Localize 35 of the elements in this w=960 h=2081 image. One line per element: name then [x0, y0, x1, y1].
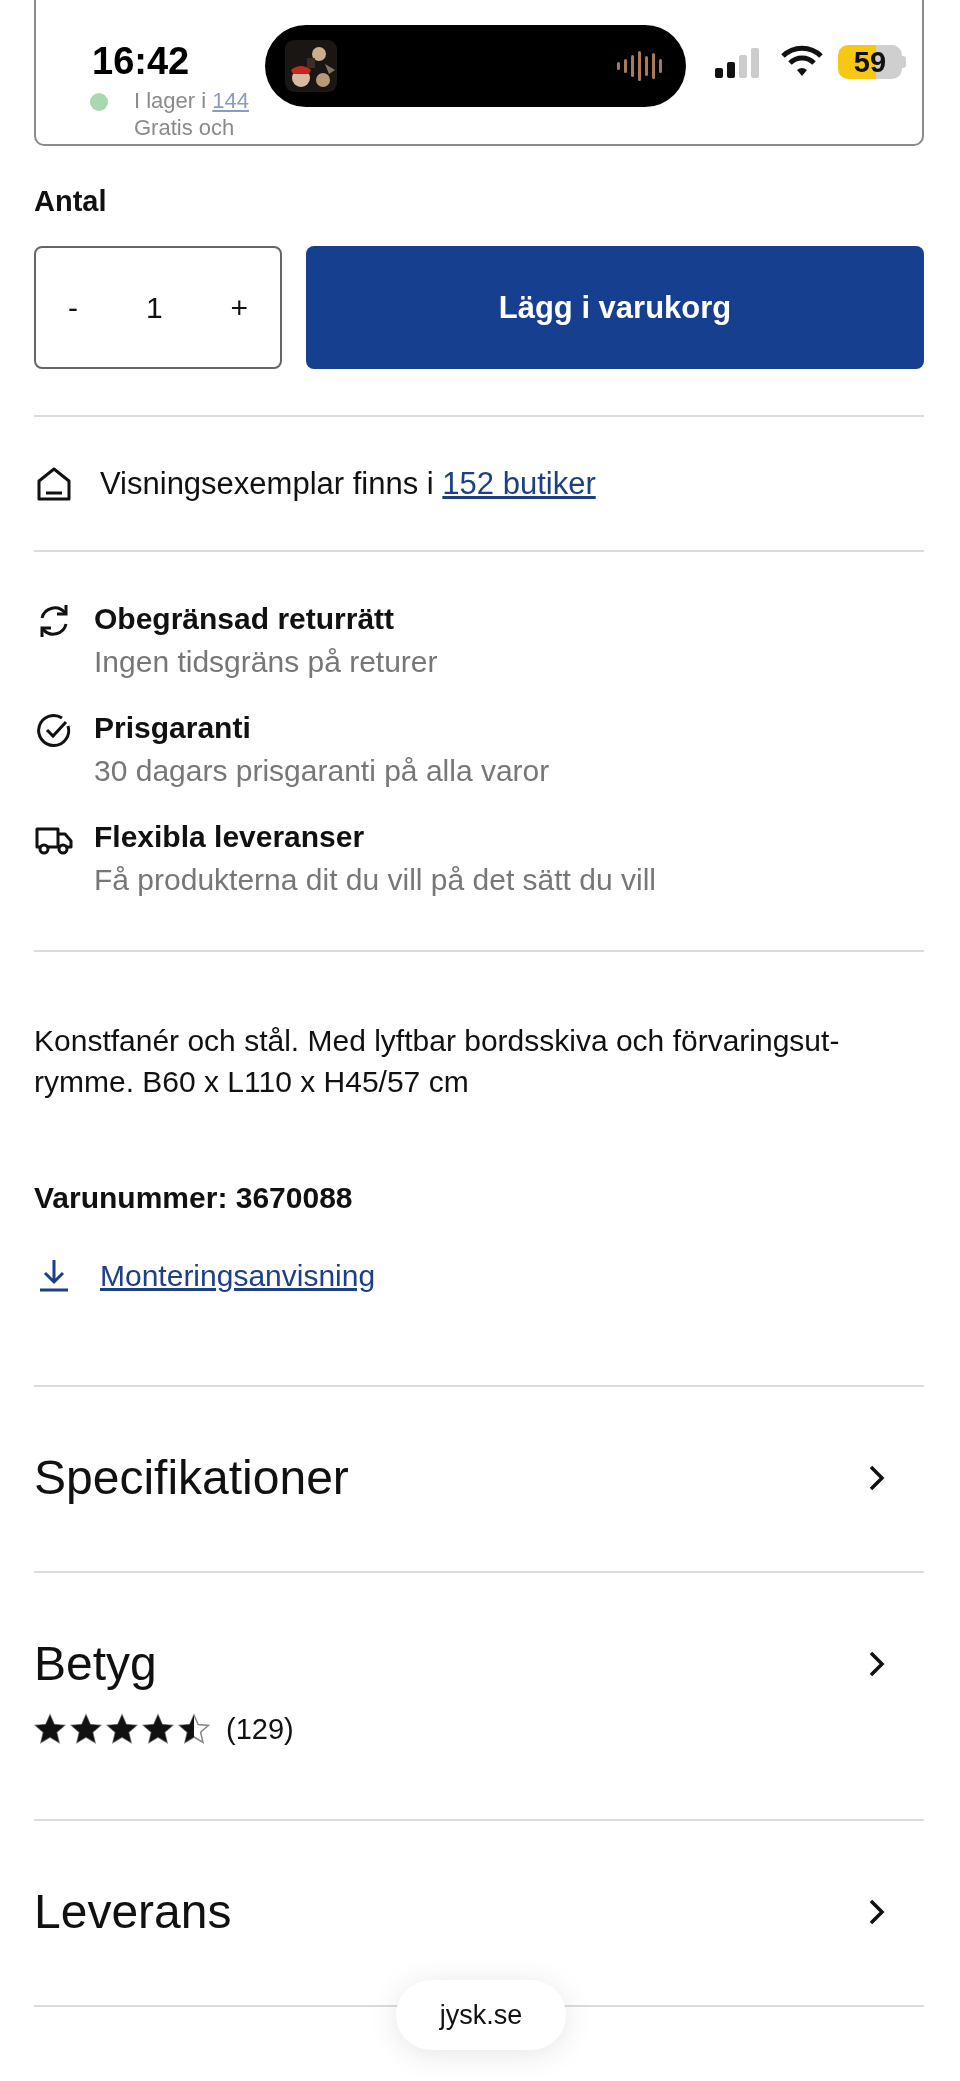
showroom-text: Visningsexemplar finns i 152 butiker	[100, 465, 596, 502]
star-icon	[106, 1713, 138, 1745]
benefit-title: Obegränsad returrätt	[94, 601, 396, 637]
stock-text: I lager i 144	[134, 88, 249, 114]
accordion-item[interactable]: Specifikationer	[34, 1387, 924, 1571]
benefit-description: Ingen tidsgräns på returer	[94, 644, 438, 680]
quantity-label: Antal	[34, 184, 108, 218]
half-star-icon	[178, 1713, 210, 1745]
star-icon	[34, 1713, 66, 1745]
section-title: Specifikationer	[34, 1450, 349, 1506]
quantity-value: 1	[145, 290, 163, 325]
benefit-description: Få produkterna dit du vill på det sätt du vill	[94, 862, 656, 898]
article-number: Varunummer: 3670088	[34, 1180, 354, 1216]
accordion-item[interactable]: Betyg (129)	[34, 1573, 924, 1819]
decrease-button[interactable]: -	[56, 290, 90, 325]
quantity-stepper[interactable]: - 1 +	[34, 246, 282, 369]
star-icon	[70, 1713, 102, 1745]
address-bar[interactable]: jysk.se	[396, 1980, 566, 2050]
accordion-item[interactable]: Leverans	[34, 1821, 924, 2005]
product-description: Konstfanér och stål. Med lyftbar bordsskiva och förvaringsut- rymme. B60 x L110 x H45/57 cm	[34, 1023, 841, 1100]
shipping-text: Gratis och	[134, 115, 235, 141]
clock-time: 16:42	[92, 39, 190, 84]
benefit-description: 30 dagars prisgaranti på alla varor	[94, 753, 550, 789]
status-dot	[90, 93, 108, 111]
add-to-cart-button[interactable]: Lägg i varukorg	[306, 246, 924, 369]
assembly-instructions-link[interactable]: Monteringsanvisning	[100, 1259, 376, 1293]
benefit-title: Flexibla leveranser	[94, 819, 366, 855]
section-title: Leverans	[34, 1884, 232, 1940]
star-icon	[142, 1713, 174, 1745]
increase-button[interactable]: +	[218, 290, 260, 325]
section-title: Betyg	[34, 1636, 158, 1692]
wifi-icon	[780, 44, 824, 78]
review-count: (129)	[226, 1712, 294, 1746]
stores-link[interactable]: 152 butiker	[442, 465, 596, 501]
benefit-title: Prisgaranti	[94, 710, 252, 746]
